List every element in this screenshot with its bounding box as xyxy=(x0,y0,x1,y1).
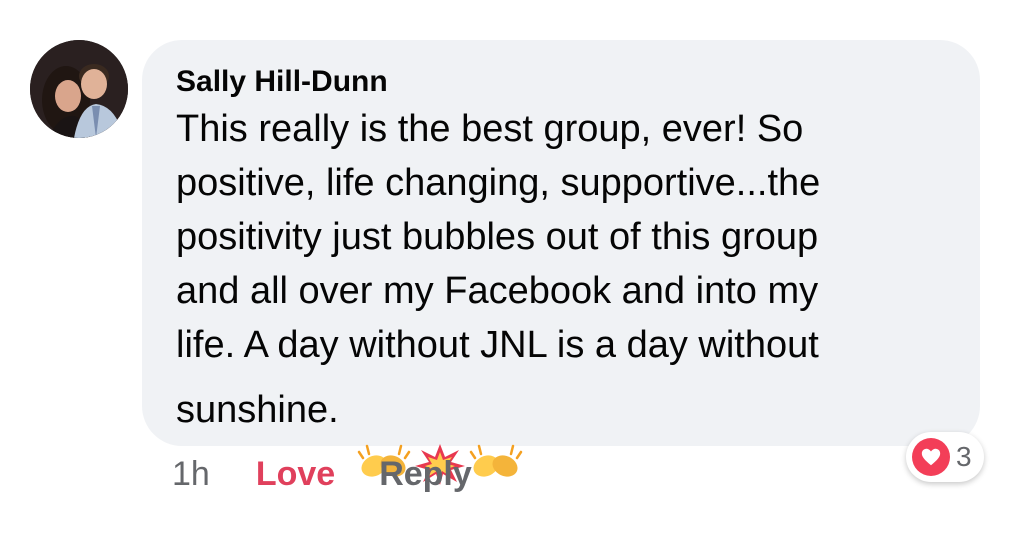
comment-text-line: This really is the best group, ever! So xyxy=(176,108,804,150)
comment-author[interactable]: Sally Hill-Dunn xyxy=(176,64,946,100)
reply-button[interactable]: Reply xyxy=(379,452,472,496)
clapping-hands-emoji xyxy=(357,388,411,477)
comment-actions: 1h Love Reply xyxy=(172,452,472,496)
heart-icon xyxy=(912,438,950,476)
reaction-count: 3 xyxy=(956,441,972,472)
avatar-photo xyxy=(30,40,128,138)
avatar[interactable] xyxy=(30,40,128,138)
reaction-summary[interactable]: 3 xyxy=(906,432,984,482)
comment-text-line: positive, life changing, supportive...th… xyxy=(176,162,821,204)
comment-bubble: Sally Hill-Dunn This really is the best … xyxy=(142,40,980,485)
comment-timestamp[interactable]: 1h xyxy=(172,452,210,496)
comment-text-last-line: sunshine. xyxy=(176,372,946,485)
comment-text-line: life. A day without JNL is a day without xyxy=(176,324,819,366)
comment: Sally Hill-Dunn This really is the best … xyxy=(0,0,1024,533)
comment-text: This really is the best group, ever! So … xyxy=(176,102,946,372)
comment-text-line: sunshine. xyxy=(176,389,339,431)
comment-text-line: positivity just bubbles out of this grou… xyxy=(176,216,819,258)
love-button[interactable]: Love xyxy=(256,452,335,496)
comment-text-line: and all over my Facebook and into my xyxy=(176,270,819,312)
emoji-group xyxy=(357,388,523,485)
clapping-hands-emoji xyxy=(469,388,523,477)
collision-emoji xyxy=(413,388,467,485)
